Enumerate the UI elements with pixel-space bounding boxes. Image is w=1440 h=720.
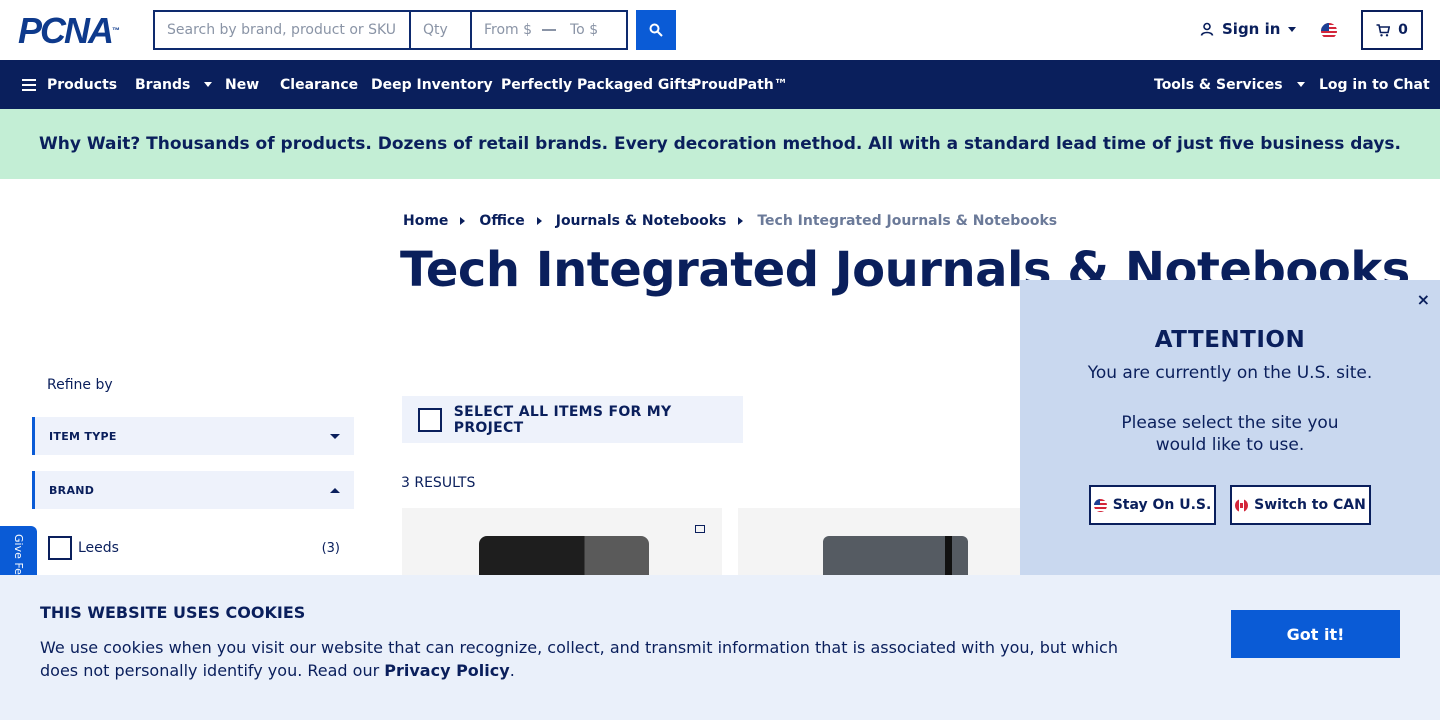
sign-in-label: Sign in bbox=[1222, 20, 1281, 38]
stay-us-button[interactable]: Stay On U.S. bbox=[1089, 485, 1216, 525]
nav-chat-label: Log in to Chat bbox=[1319, 76, 1430, 93]
chevron-down-icon bbox=[330, 433, 340, 439]
select-all-label: SELECT ALL ITEMS FOR MY PROJECT bbox=[453, 403, 672, 436]
nav-products[interactable]: Products bbox=[22, 60, 117, 109]
switch-can-button[interactable]: Switch to CAN bbox=[1230, 485, 1371, 525]
caret-right-icon bbox=[536, 217, 542, 225]
search-bar bbox=[153, 10, 628, 50]
logo-trademark: ™ bbox=[112, 26, 121, 35]
caret-right-icon bbox=[460, 217, 466, 225]
nav-gifts-label: Perfectly Packaged Gifts bbox=[501, 76, 696, 93]
refine-by-heading: Refine by bbox=[47, 377, 113, 393]
nav-brands[interactable]: Brands bbox=[135, 60, 213, 109]
nav-deep-inventory[interactable]: Deep Inventory bbox=[371, 60, 493, 109]
site-select-popup: × ATTENTION You are currently on the U.S… bbox=[1020, 280, 1440, 580]
breadcrumb-current: Tech Integrated Journals & Notebooks bbox=[757, 213, 1058, 229]
breadcrumb-office[interactable]: Office bbox=[479, 213, 524, 229]
facet-brand[interactable]: BRAND bbox=[32, 471, 354, 509]
user-icon bbox=[1200, 22, 1214, 36]
popup-title: ATTENTION bbox=[1154, 327, 1306, 353]
brand-label: Leeds bbox=[78, 540, 119, 556]
nav-products-label: Products bbox=[47, 76, 118, 93]
cart-button[interactable]: 0 bbox=[1361, 10, 1423, 50]
select-all-toggle[interactable]: SELECT ALL ITEMS FOR MY PROJECT bbox=[402, 396, 743, 443]
nav-clearance[interactable]: Clearance bbox=[280, 60, 358, 109]
cart-icon bbox=[1376, 23, 1391, 36]
nav-deep-inventory-label: Deep Inventory bbox=[371, 76, 493, 93]
chevron-down-icon bbox=[1288, 26, 1297, 32]
price-from-input[interactable] bbox=[472, 12, 540, 48]
cookie-text: We use cookies when you visit our websit… bbox=[40, 636, 1140, 682]
cart-count: 0 bbox=[1398, 22, 1408, 38]
nav-clearance-label: Clearance bbox=[280, 76, 359, 93]
folder-icon[interactable] bbox=[695, 525, 705, 533]
nav-brands-label: Brands bbox=[135, 76, 191, 93]
breadcrumb-home[interactable]: Home bbox=[403, 213, 448, 229]
nav-tools[interactable]: Tools & Services bbox=[1154, 60, 1305, 109]
chevron-up-icon bbox=[330, 487, 340, 493]
search-icon bbox=[649, 23, 663, 37]
us-flag-icon[interactable] bbox=[1321, 23, 1337, 39]
nav-new[interactable]: New bbox=[225, 60, 259, 109]
price-range-dash bbox=[542, 29, 556, 31]
results-count: 3 RESULTS bbox=[401, 475, 476, 491]
chevron-down-icon bbox=[204, 82, 213, 87]
facet-brand-label: BRAND bbox=[49, 483, 95, 497]
promo-banner: Why Wait? Thousands of products. Dozens … bbox=[0, 109, 1440, 179]
got-it-button[interactable]: Got it! bbox=[1231, 610, 1400, 658]
logo-text: PCNA bbox=[18, 10, 114, 51]
qty-input[interactable] bbox=[411, 12, 472, 48]
facet-item-type[interactable]: ITEM TYPE bbox=[32, 417, 354, 455]
nav-gifts[interactable]: Perfectly Packaged Gifts bbox=[501, 60, 695, 109]
brand-count: (3) bbox=[321, 540, 340, 556]
nav-tools-label: Tools & Services bbox=[1154, 76, 1283, 93]
sign-in-menu[interactable]: Sign in bbox=[1200, 20, 1297, 38]
switch-can-label: Switch to CAN bbox=[1254, 497, 1366, 513]
nav-proudpath[interactable]: ProudPath™ bbox=[691, 60, 788, 109]
nav-chat[interactable]: Log in to Chat bbox=[1319, 60, 1430, 109]
breadcrumb: Home Office Journals & Notebooks Tech In… bbox=[403, 213, 1057, 229]
us-flag-icon bbox=[1093, 498, 1107, 512]
chevron-down-icon bbox=[1296, 82, 1305, 87]
top-bar: PCNA™ Sign in 0 bbox=[0, 0, 1440, 60]
nav-proudpath-label: ProudPath™ bbox=[691, 76, 788, 93]
caret-right-icon bbox=[738, 217, 744, 225]
cookie-body: We use cookies when you visit our websit… bbox=[40, 638, 1118, 680]
select-all-checkbox[interactable] bbox=[418, 407, 442, 432]
pcna-logo[interactable]: PCNA™ bbox=[18, 13, 120, 49]
brand-checkbox[interactable] bbox=[48, 536, 72, 560]
price-range bbox=[472, 12, 626, 48]
cookie-title: THIS WEBSITE USES COOKIES bbox=[40, 603, 306, 622]
cookie-banner: THIS WEBSITE USES COOKIES We use cookies… bbox=[0, 575, 1440, 720]
price-to-input[interactable] bbox=[558, 12, 626, 48]
close-icon[interactable]: × bbox=[1417, 290, 1430, 309]
cookie-end: . bbox=[509, 661, 515, 680]
main-nav: Products Brands New Clearance Deep Inven… bbox=[0, 60, 1440, 109]
promo-banner-text: Why Wait? Thousands of products. Dozens … bbox=[38, 134, 1402, 154]
search-button[interactable] bbox=[636, 10, 676, 50]
stay-us-label: Stay On U.S. bbox=[1112, 497, 1212, 513]
canada-flag-icon bbox=[1235, 498, 1249, 512]
privacy-policy-link[interactable]: Privacy Policy bbox=[384, 661, 509, 680]
facet-item-type-label: ITEM TYPE bbox=[49, 429, 117, 443]
brand-filter-leeds[interactable]: Leeds (3) bbox=[48, 536, 340, 560]
search-input[interactable] bbox=[155, 12, 411, 48]
popup-current-site: You are currently on the U.S. site. bbox=[1087, 363, 1373, 383]
popup-instruction: Please select the site you would like to… bbox=[1121, 413, 1339, 455]
menu-icon bbox=[22, 78, 36, 91]
nav-new-label: New bbox=[225, 76, 260, 93]
breadcrumb-journals[interactable]: Journals & Notebooks bbox=[556, 213, 727, 229]
